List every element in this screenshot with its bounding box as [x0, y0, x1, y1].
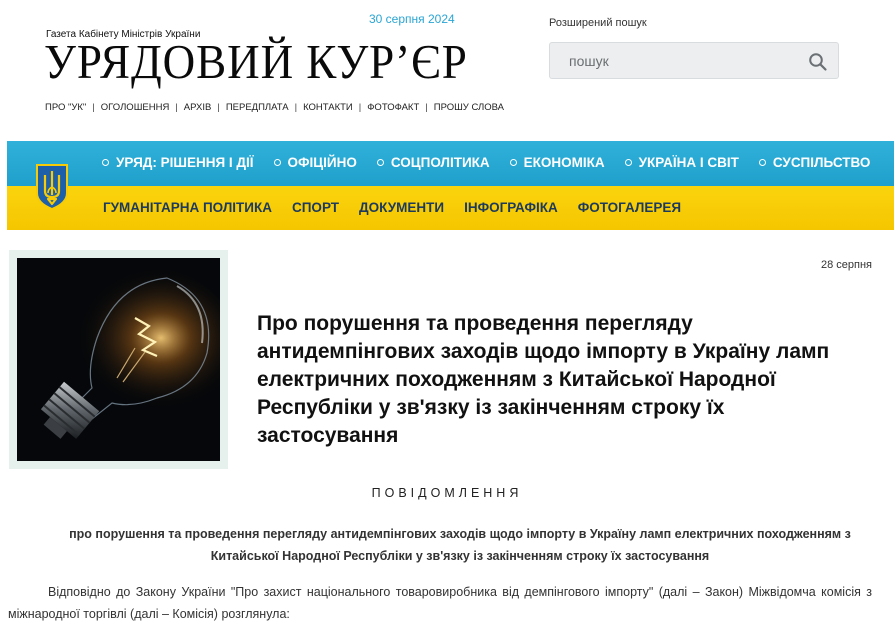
nav-item-government[interactable]: УРЯД: РІШЕННЯ І ДІЇ [102, 155, 254, 170]
divider: | [425, 102, 428, 113]
article-image[interactable] [17, 258, 220, 461]
divider: | [92, 102, 95, 113]
main-navigation: УРЯД: РІШЕННЯ І ДІЇ ОФІЦІЙНО СОЦПОЛІТИКА… [7, 141, 894, 230]
search-box [549, 42, 839, 79]
nav-item-official[interactable]: ОФІЦІЙНО [273, 155, 357, 170]
article-body: Відповідно до Закону України "Про захист… [8, 585, 872, 621]
notice-subheading: про порушення та проведення перегляду ан… [69, 527, 851, 563]
nav-item-documents[interactable]: ДОКУМЕНТИ [359, 200, 444, 215]
top-link-subscription[interactable]: ПЕРЕДПЛАТА [226, 102, 289, 113]
nav-item-label: УКРАЇНА І СВІТ [638, 155, 739, 170]
nav-item-label: СОЦПОЛІТИКА [390, 155, 490, 170]
issue-date: 30 серпня 2024 [369, 12, 455, 26]
divider: | [175, 102, 178, 113]
divider: | [294, 102, 298, 113]
top-links-bar: ПРО "УК" | ОГОЛОШЕННЯ | АРХІВ | ПЕРЕДПЛАТА |… [45, 102, 504, 113]
top-link-archive[interactable]: АРХІВ [184, 102, 212, 113]
nav-item-social-policy[interactable]: СОЦПОЛІТИКА [376, 155, 490, 170]
bullet-icon [509, 159, 517, 166]
trident-icon[interactable] [34, 163, 70, 211]
top-link-photofact[interactable]: ФОТОФАКТ [367, 102, 419, 113]
bullet-icon [376, 159, 384, 166]
nav-item-society[interactable]: СУСПІЛЬСТВО [758, 155, 871, 170]
nav-item-ukraine-world[interactable]: УКРАЇНА І СВІТ [624, 155, 739, 170]
nav-item-economy[interactable]: ЕКОНОМІКА [509, 155, 605, 170]
nav-item-label: СУСПІЛЬСТВО [772, 155, 871, 170]
bullet-icon [624, 159, 632, 166]
bullet-icon [273, 159, 281, 166]
nav-item-label: УРЯД: РІШЕННЯ І ДІЇ [116, 155, 254, 170]
advanced-search-link[interactable]: Розширений пошук [549, 17, 647, 29]
top-link-announcements[interactable]: ОГОЛОШЕННЯ [101, 102, 170, 113]
bullet-icon [102, 159, 109, 166]
site-logo[interactable]: УРЯДОВИЙ КУР’ЄР [44, 32, 468, 92]
nav-item-infographics[interactable]: ІНФОГРАФІКА [464, 200, 558, 215]
notice-heading: ПОВІДОМЛЕННЯ [371, 486, 523, 500]
nav-item-label: ЕКОНОМІКА [523, 155, 605, 170]
nav-secondary-items: ГУМАНІТАРНА ПОЛІТИКА СПОРТ ДОКУМЕНТИ ІНФ… [103, 200, 701, 215]
article-title[interactable]: Про порушення та проведення перегляду ан… [257, 310, 867, 450]
search-input[interactable] [567, 51, 801, 70]
nav-item-sport[interactable]: СПОРТ [292, 200, 339, 215]
nav-item-label: ОФІЦІЙНО [287, 155, 357, 170]
divider: | [217, 102, 220, 113]
top-link-about[interactable]: ПРО "УК" [45, 102, 86, 113]
article-image-frame [9, 250, 228, 469]
nav-item-humanitarian[interactable]: ГУМАНІТАРНА ПОЛІТИКА [103, 200, 272, 215]
search-icon[interactable] [808, 52, 828, 72]
divider: | [358, 102, 362, 113]
nav-primary-items: УРЯД: РІШЕННЯ І ДІЇ ОФІЦІЙНО СОЦПОЛІТИКА… [102, 155, 890, 170]
top-link-contacts[interactable]: КОНТАКТИ [303, 102, 353, 113]
article-date: 28 серпня [820, 259, 872, 271]
bullet-icon [758, 159, 766, 166]
top-link-request-word[interactable]: ПРОШУ СЛОВА [434, 102, 504, 113]
nav-item-photo-gallery[interactable]: ФОТОГАЛЕРЕЯ [578, 200, 681, 215]
